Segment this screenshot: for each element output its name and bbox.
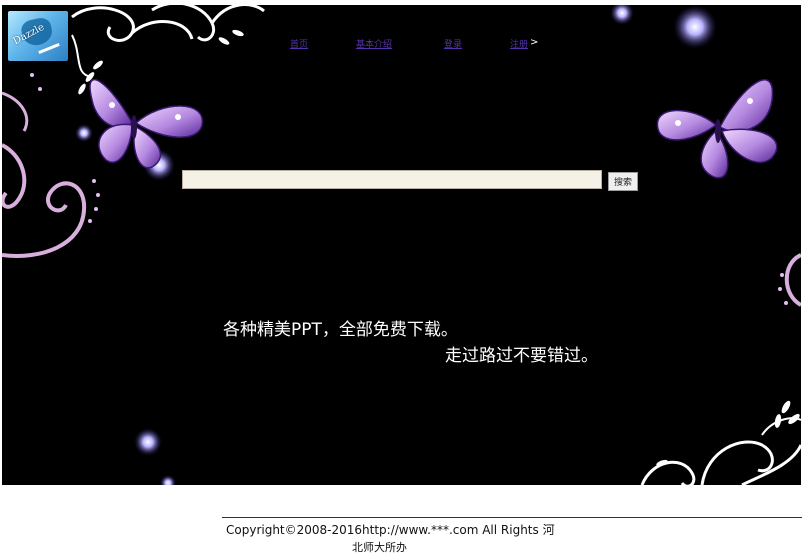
glow-orb <box>143 149 175 181</box>
glow-orb <box>610 5 634 25</box>
swirl-bottom-right <box>640 417 801 485</box>
nav-trailing-arrow: > <box>530 37 539 48</box>
tagline-line-2: 走过路过不要错过。 <box>445 346 598 366</box>
swirl-right <box>784 253 801 307</box>
glow-orb <box>75 124 93 142</box>
logo-arrow-icon <box>38 42 60 55</box>
footer-copyright: Copyright©2008-2016http://www.***.com Al… <box>226 521 556 557</box>
search-button[interactable]: 搜索 <box>608 172 638 191</box>
footer-line-2: 北师大所办 <box>352 541 407 554</box>
decoration-layer <box>2 5 801 485</box>
glow-orb <box>160 475 176 485</box>
hero-banner: Dazzle 首页 基本介绍 登录 注册 > 搜索 各种精美PPT，全部免费下载… <box>2 5 801 485</box>
glow-orb <box>134 428 162 456</box>
glow-orb <box>673 5 717 49</box>
nav-link-register[interactable]: 注册 <box>510 37 528 50</box>
dots-right <box>778 273 788 305</box>
leaves-top-left <box>78 29 244 95</box>
site-logo[interactable]: Dazzle <box>8 11 68 61</box>
swirl-left <box>2 91 87 258</box>
search-input[interactable] <box>182 170 602 189</box>
footer-line-1: Copyright©2008-2016http://www.***.com Al… <box>226 523 555 537</box>
tagline-line-1: 各种精美PPT，全部免费下载。 <box>223 320 458 340</box>
swirl-top-left <box>71 5 265 78</box>
footer-divider <box>222 517 802 518</box>
nav-link-login[interactable]: 登录 <box>444 37 462 50</box>
dots-left <box>30 73 100 223</box>
nav-link-intro[interactable]: 基本介绍 <box>356 37 392 50</box>
butterfly-left <box>89 78 203 169</box>
butterfly-right <box>656 79 778 179</box>
nav-link-home[interactable]: 首页 <box>290 37 308 50</box>
leaves-bottom-right <box>656 400 800 467</box>
